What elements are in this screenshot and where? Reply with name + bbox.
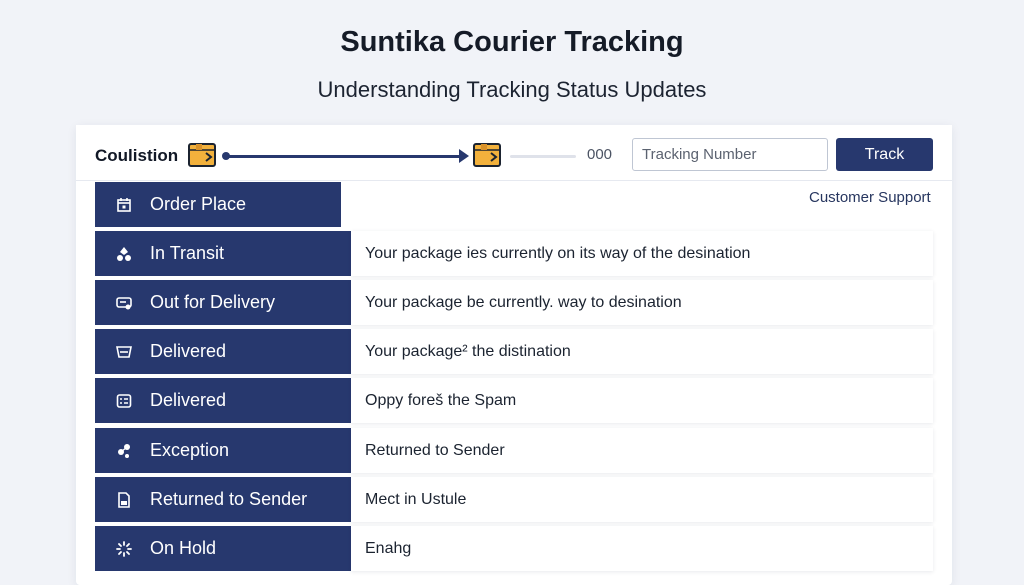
package-box-icon <box>473 143 501 167</box>
status-tab-delivered[interactable]: Delivered <box>95 378 351 423</box>
checklist-icon <box>115 392 133 410</box>
tracking-panel: Coulistion 000 Track Customer Support O <box>76 125 952 585</box>
status-description: Returned to Sender <box>351 428 933 473</box>
status-description: Your package be currently. way to desina… <box>351 280 933 325</box>
status-label: Out for Delivery <box>150 292 276 312</box>
status-description: Enahg <box>351 526 933 571</box>
customer-support-link[interactable]: Customer Support <box>809 189 931 206</box>
document-icon <box>115 491 133 509</box>
status-description: Your package² the distination <box>351 329 933 374</box>
status-tab-out-for-delivery[interactable]: Out for Delivery <box>95 280 351 325</box>
status-tab-on-hold[interactable]: On Hold <box>95 526 351 571</box>
status-description: Mect in Ustule <box>351 477 933 522</box>
status-tab-returned-to-sender[interactable]: Returned to Sender <box>95 477 351 522</box>
progress-arrow-icon <box>459 149 469 163</box>
status-tab-delivered[interactable]: Delivered <box>95 329 351 374</box>
progress-counter: 000 <box>587 146 613 163</box>
package-box-icon <box>188 143 216 167</box>
progress-line <box>226 155 461 158</box>
status-label: Delivered <box>150 341 227 361</box>
status-tab-exception[interactable]: Exception <box>95 428 351 473</box>
page-subtitle: Understanding Tracking Status Updates <box>317 77 707 102</box>
alert-nodes-icon <box>115 442 133 460</box>
status-label: Exception <box>150 440 230 460</box>
inbox-icon <box>115 343 133 361</box>
status-tab-in-transit[interactable]: In Transit <box>95 231 351 276</box>
status-tab-order-place[interactable]: Order Place <box>95 182 341 227</box>
spinner-icon <box>115 540 133 558</box>
status-description: Your package ies currently on its way of… <box>351 231 933 276</box>
tracking-toolbar: Coulistion 000 Track <box>76 125 952 181</box>
status-label: Order Place <box>150 194 247 214</box>
status-label: Delivered <box>150 390 227 410</box>
calendar-icon <box>115 196 133 214</box>
status-label: On Hold <box>150 538 217 558</box>
toolbar-label: Coulistion <box>95 146 179 165</box>
status-description: Oppy foreš the Spam <box>351 378 933 423</box>
route-icon <box>115 245 133 263</box>
page-title: Suntika Courier Tracking <box>340 26 684 58</box>
track-button[interactable]: Track <box>836 138 933 171</box>
delivery-truck-icon <box>115 294 133 312</box>
tracking-number-input[interactable] <box>632 138 828 171</box>
status-label: In Transit <box>150 243 225 263</box>
status-label: Returned to Sender <box>150 489 308 509</box>
progress-remaining <box>510 155 576 158</box>
